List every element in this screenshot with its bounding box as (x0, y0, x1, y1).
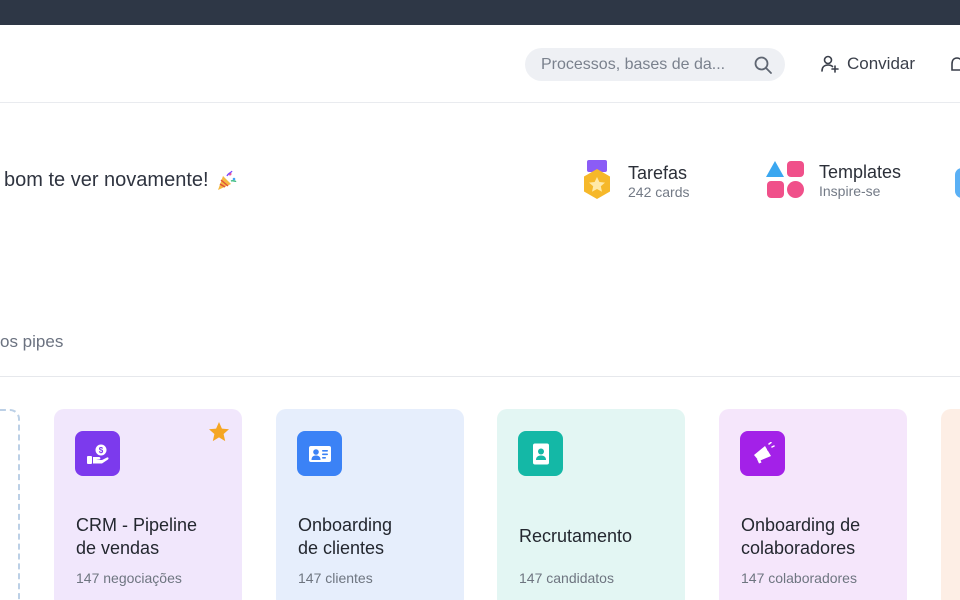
pipe-card-crm[interactable]: $ CRM - Pipeline de vendas 147 negociaçõ… (54, 409, 242, 600)
search-icon[interactable] (753, 55, 773, 75)
section-title: os pipes (0, 332, 64, 351)
invite-button[interactable]: Convidar (820, 54, 915, 74)
pipe-count-clientes: 147 clientes (298, 570, 373, 586)
svg-text:$: $ (98, 446, 103, 455)
shortcut-tarefas[interactable]: Tarefas 242 cards (580, 160, 689, 202)
pipe-title-colaboradores: Onboarding de colaboradores (741, 514, 901, 560)
contact-card-icon (308, 445, 331, 462)
pipe-title-line: Recrutamento (519, 526, 633, 546)
shortcut-templates[interactable]: Templates Inspire-se (765, 160, 901, 200)
pipe-count-colaboradores: 147 colaboradores (741, 570, 857, 586)
favorite-star-icon[interactable] (208, 421, 230, 443)
pipe-title-clientes: Onboarding de clientes (298, 514, 458, 560)
shortcut-tarefas-title: Tarefas (628, 162, 688, 183)
pipe-title-line: Onboarding (298, 515, 393, 535)
pipe-card-recrutamento[interactable]: Recrutamento 147 candidatos (497, 409, 685, 600)
pipe-title-line: colaboradores (741, 538, 856, 558)
pipe-title-line: de vendas (76, 538, 160, 558)
pipe-count-crm: 147 negociações (76, 570, 182, 586)
window-top-bar (0, 0, 960, 25)
shapes-icon (766, 161, 804, 198)
pipe-icon-colaboradores (740, 431, 785, 476)
party-popper-icon (217, 170, 237, 190)
medal-icon (584, 160, 610, 199)
notification-icon[interactable] (950, 55, 960, 75)
add-pipe-card[interactable] (0, 409, 20, 600)
shortcut-templates-subtitle: Inspire-se (819, 182, 881, 199)
pipe-title-recrutamento: Recrutamento (519, 525, 679, 548)
money-hand-icon: $ (86, 444, 109, 464)
shortcut-tarefas-subtitle: 242 cards (628, 183, 690, 200)
pipe-icon-clientes (297, 431, 342, 476)
megaphone-icon (753, 441, 775, 463)
pipe-card-onboarding-clientes[interactable]: Onboarding de clientes 147 clientes (276, 409, 464, 600)
shortcut-templates-title: Templates (819, 161, 902, 182)
section-divider (0, 376, 960, 377)
top-header: Convidar (0, 25, 960, 103)
add-user-icon (821, 55, 839, 73)
badge-icon (532, 443, 549, 464)
pipe-title-crm: CRM - Pipeline de vendas (76, 514, 236, 560)
pipe-card-partial[interactable] (941, 409, 960, 600)
pipe-title-line: Onboarding de (741, 515, 861, 535)
shortcut-partial[interactable] (955, 168, 960, 198)
pipe-count-recrutamento: 147 candidatos (519, 570, 614, 586)
welcome-message: bom te ver novamente! (4, 169, 237, 192)
invite-label: Convidar (847, 54, 916, 73)
search-input[interactable] (541, 55, 746, 74)
pipe-card-onboarding-colaboradores[interactable]: Onboarding de colaboradores 147 colabora… (719, 409, 907, 600)
pipe-title-line: de clientes (298, 538, 385, 558)
pipe-icon-crm: $ (75, 431, 120, 476)
pipe-title-line: CRM - Pipeline (76, 515, 198, 535)
pipe-icon-recrutamento (518, 431, 563, 476)
search-box[interactable] (525, 48, 785, 81)
welcome-text: bom te ver novamente! (4, 169, 209, 191)
